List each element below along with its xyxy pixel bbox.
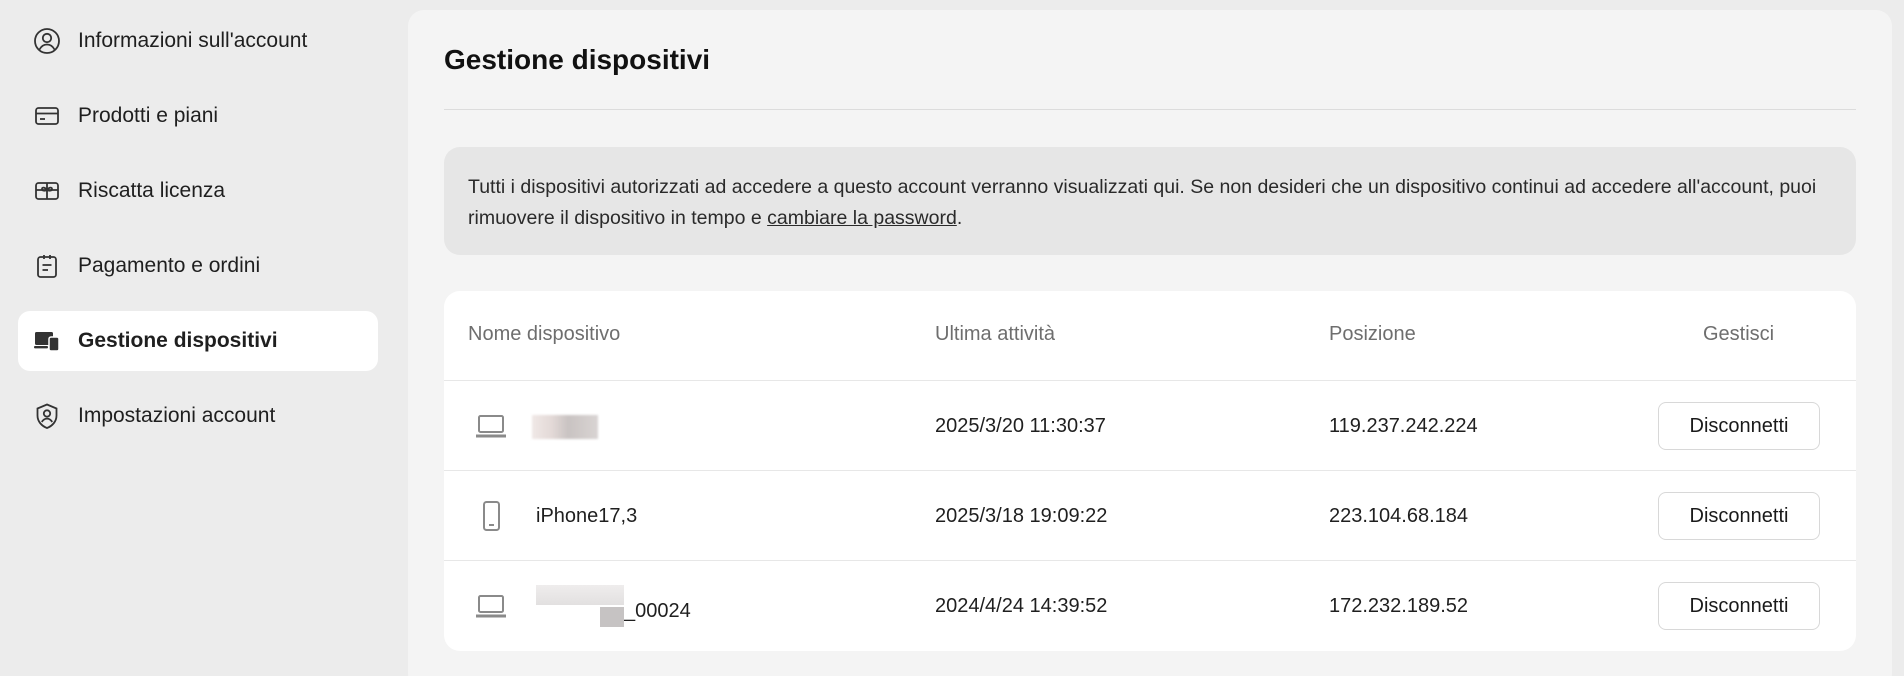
sidebar-item-label: Prodotti e piani bbox=[78, 104, 219, 127]
clipboard-icon bbox=[32, 251, 62, 281]
device-name bbox=[532, 415, 598, 439]
laptop-icon bbox=[474, 590, 508, 622]
sidebar-item-device-management[interactable]: Gestione dispositivi bbox=[18, 311, 378, 371]
device-name: _00024 bbox=[536, 585, 691, 627]
sidebar-item-label: Impostazioni account bbox=[78, 404, 276, 427]
user-circle-icon bbox=[32, 26, 62, 56]
table-row: _00024 2024/4/24 14:39:52 172.232.189.52… bbox=[444, 561, 1856, 651]
gift-icon bbox=[32, 176, 62, 206]
phone-icon bbox=[474, 500, 508, 532]
last-activity: 2024/4/24 14:39:52 bbox=[935, 595, 1108, 617]
page-title: Gestione dispositivi bbox=[444, 44, 711, 75]
notice-text: Tutti i dispositivi autorizzati ad acced… bbox=[468, 176, 1817, 229]
sidebar-item-redeem-license[interactable]: Riscatta licenza bbox=[18, 161, 378, 221]
sidebar-item-products[interactable]: Prodotti e piani bbox=[18, 86, 378, 146]
sidebar-item-label: Gestione dispositivi bbox=[78, 329, 278, 352]
table-row: iPhone17,3 2025/3/18 19:09:22 223.104.68… bbox=[444, 471, 1856, 561]
location: 119.237.242.224 bbox=[1329, 415, 1478, 437]
header-location: Posizione bbox=[1329, 323, 1416, 345]
header-last-activity: Ultima attività bbox=[935, 323, 1056, 345]
sidebar-item-account-settings[interactable]: Impostazioni account bbox=[18, 386, 378, 446]
table-header: Nome dispositivo Ultima attività Posizio… bbox=[444, 291, 1856, 381]
sidebar: Informazioni sull'account Prodotti e pia… bbox=[0, 0, 396, 676]
header-manage: Gestisci bbox=[1703, 323, 1775, 345]
devices-icon bbox=[32, 326, 62, 356]
sidebar-item-payments[interactable]: Pagamento e ordini bbox=[18, 236, 378, 296]
device-name-text: _00024 bbox=[624, 599, 691, 622]
sidebar-item-label: Pagamento e ordini bbox=[78, 254, 261, 277]
table-row: 2025/3/20 11:30:37 119.237.242.224 Disco… bbox=[444, 381, 1856, 471]
last-activity: 2025/3/18 19:09:22 bbox=[935, 505, 1108, 527]
devices-table: Nome dispositivo Ultima attività Posizio… bbox=[444, 291, 1856, 651]
device-name: iPhone17,3 bbox=[536, 505, 638, 527]
shield-user-icon bbox=[32, 401, 62, 431]
disconnect-button[interactable]: Disconnetti bbox=[1658, 492, 1820, 540]
header-device-name: Nome dispositivo bbox=[468, 323, 621, 345]
redacted-name bbox=[536, 585, 624, 627]
laptop-icon bbox=[474, 410, 508, 442]
card-icon bbox=[32, 101, 62, 131]
sidebar-item-label: Riscatta licenza bbox=[78, 179, 226, 202]
redacted-name bbox=[532, 415, 598, 439]
location: 223.104.68.184 bbox=[1329, 505, 1469, 527]
main-panel: Gestione dispositivi Tutti i dispositivi… bbox=[408, 10, 1892, 676]
change-password-link[interactable]: cambiare la password bbox=[767, 207, 957, 229]
sidebar-item-label: Informazioni sull'account bbox=[78, 29, 308, 52]
disconnect-button[interactable]: Disconnetti bbox=[1658, 402, 1820, 450]
notice-suffix: . bbox=[956, 207, 963, 229]
location: 172.232.189.52 bbox=[1329, 595, 1469, 617]
info-notice: Tutti i dispositivi autorizzati ad acced… bbox=[444, 147, 1856, 255]
title-divider bbox=[444, 109, 1856, 110]
last-activity: 2025/3/20 11:30:37 bbox=[935, 415, 1106, 437]
disconnect-button[interactable]: Disconnetti bbox=[1658, 582, 1820, 630]
sidebar-item-account-info[interactable]: Informazioni sull'account bbox=[18, 11, 378, 71]
